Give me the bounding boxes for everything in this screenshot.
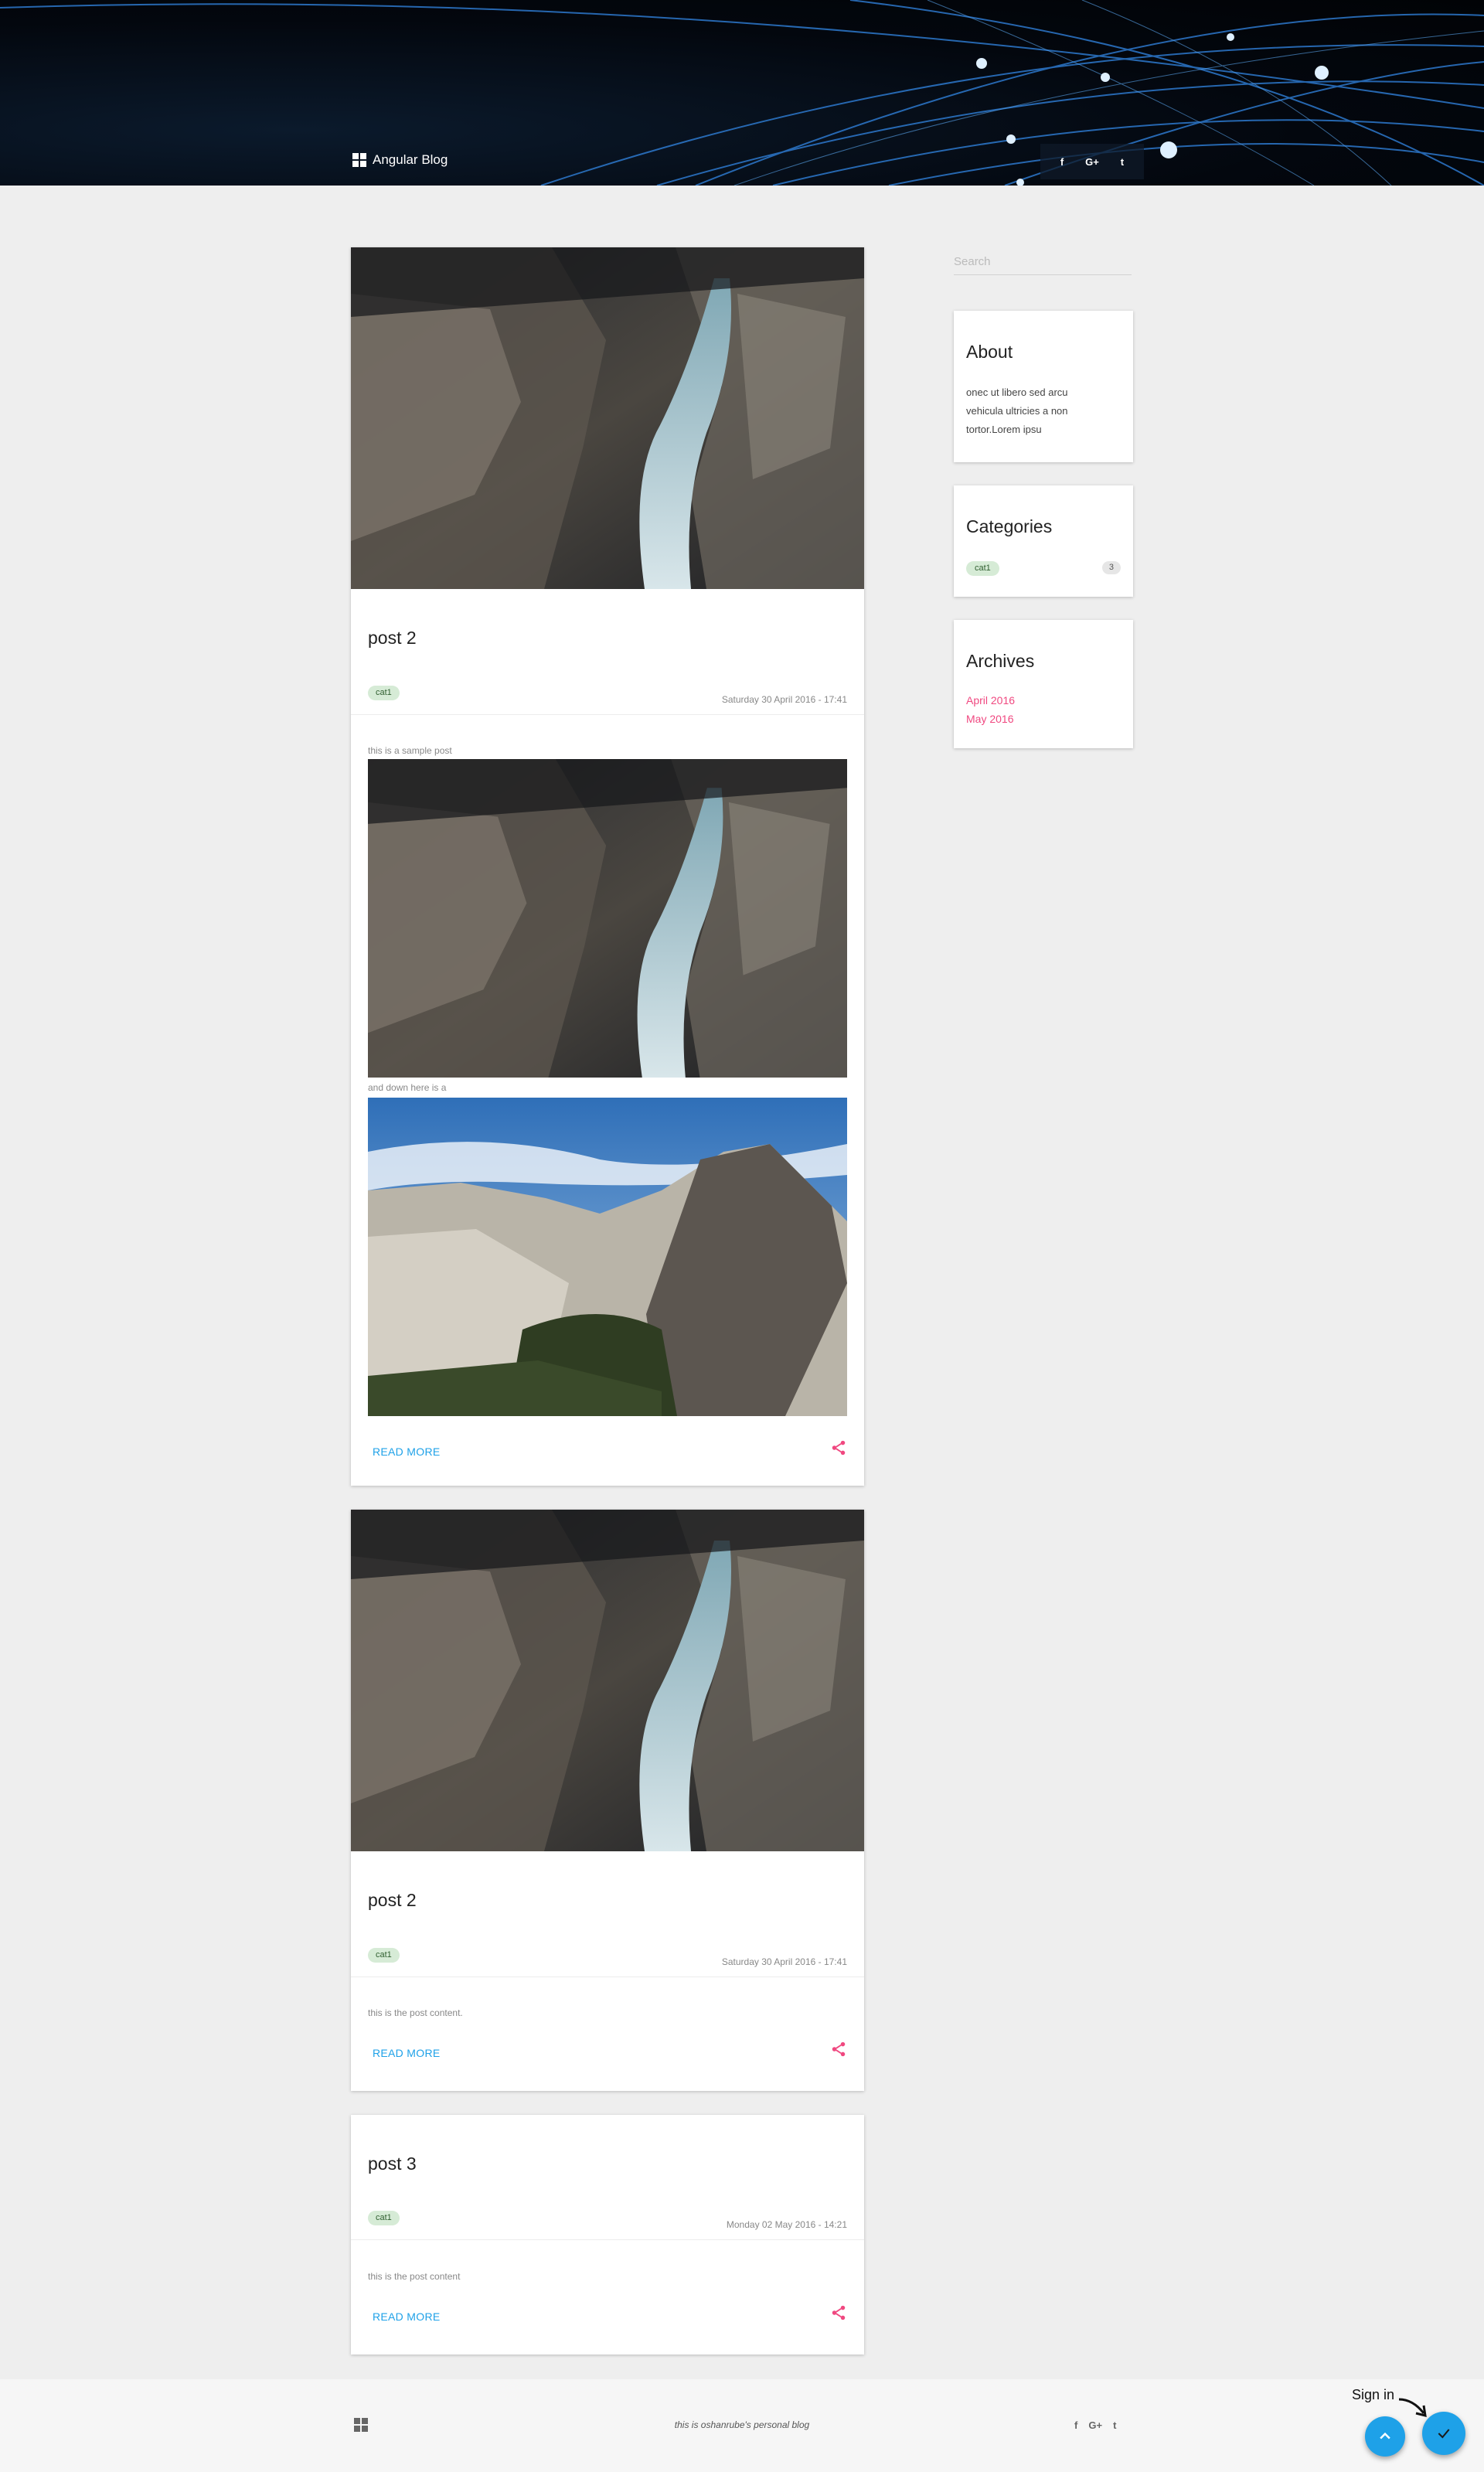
post-content-text: and down here is a [368,1082,447,1093]
sign-in-label: Sign in [1352,2387,1395,2402]
post-content-text: this is the post content [368,2271,461,2282]
share-icon[interactable] [830,2041,847,2058]
category-chip[interactable]: cat1 [368,2211,400,2225]
post-date: Monday 02 May 2016 - 14:21 [726,2219,847,2230]
archives-widget: Archives April 2016 May 2016 [954,620,1133,748]
sign-in-button[interactable] [1422,2412,1465,2455]
footer-text: this is oshanrube's personal blog [674,2419,810,2430]
arrow-icon [1398,2398,1427,2418]
post-card: post 3 cat1 Monday 02 May 2016 - 14:21 t… [351,2115,864,2355]
widget-title: About [966,342,1013,362]
footer: this is oshanrube's personal blog f G+ t [0,2379,1484,2472]
facebook-icon[interactable]: f [1074,2419,1077,2431]
dashboard-icon [352,153,366,167]
footer-social-links: f G+ t [1074,2419,1116,2431]
about-widget: About onec ut libero sed arcu vehicula u… [954,311,1133,462]
post-title[interactable]: post 3 [368,2154,417,2174]
twitter-icon[interactable]: t [1121,156,1124,168]
google-plus-icon[interactable]: G+ [1085,156,1099,168]
search-input[interactable] [954,249,1132,275]
category-chip[interactable]: cat1 [368,686,400,700]
post-card: post 2 cat1 Saturday 30 April 2016 - 17:… [351,1510,864,2091]
post-title[interactable]: post 2 [368,628,417,649]
read-more-link[interactable]: READ MORE [373,2047,441,2059]
post-hero-image [351,247,864,589]
post-content-text: this is a sample post [368,745,452,756]
chevron-up-icon [1380,2432,1390,2440]
post-date: Saturday 30 April 2016 - 17:41 [721,1956,847,1967]
share-icon[interactable] [830,2304,847,2321]
post-content-image [368,1098,847,1416]
post-title[interactable]: post 2 [368,1890,417,1911]
facebook-icon[interactable]: f [1060,156,1064,168]
fiber-optic-background [0,0,1484,186]
about-text: onec ut libero sed arcu vehicula ultrici… [966,386,1068,435]
brand-title: Angular Blog [373,152,448,167]
header-banner: Angular Blog f G+ t [0,0,1484,186]
post-date: Saturday 30 April 2016 - 17:41 [721,694,847,705]
category-chip[interactable]: cat1 [368,1948,400,1963]
post-content-text: this is the post content. [368,2007,463,2018]
category-count-badge: 3 [1101,561,1121,574]
archive-link-may-2016[interactable]: May 2016 [966,713,1013,725]
header-social-links: f G+ t [1040,144,1144,179]
divider [351,2239,864,2240]
check-icon [1438,2429,1450,2439]
brand-link[interactable]: Angular Blog [352,152,448,168]
share-icon[interactable] [830,1439,847,1456]
scroll-to-top-button[interactable] [1365,2416,1405,2457]
post-hero-image [351,1510,864,1851]
post-content-image [368,759,847,1078]
widget-title: Categories [966,516,1053,536]
widget-title: Archives [966,651,1035,671]
twitter-icon[interactable]: t [1113,2419,1116,2431]
archive-link-april-2016[interactable]: April 2016 [966,694,1015,707]
read-more-link[interactable]: READ MORE [373,2310,441,2323]
divider [351,714,864,715]
categories-widget: Categories cat1 3 [954,485,1133,597]
category-chip[interactable]: cat1 [966,561,999,576]
post-card: post 2 cat1 Saturday 30 April 2016 - 17:… [351,247,864,1486]
google-plus-icon[interactable]: G+ [1088,2419,1102,2431]
read-more-link[interactable]: READ MORE [373,1445,441,1458]
